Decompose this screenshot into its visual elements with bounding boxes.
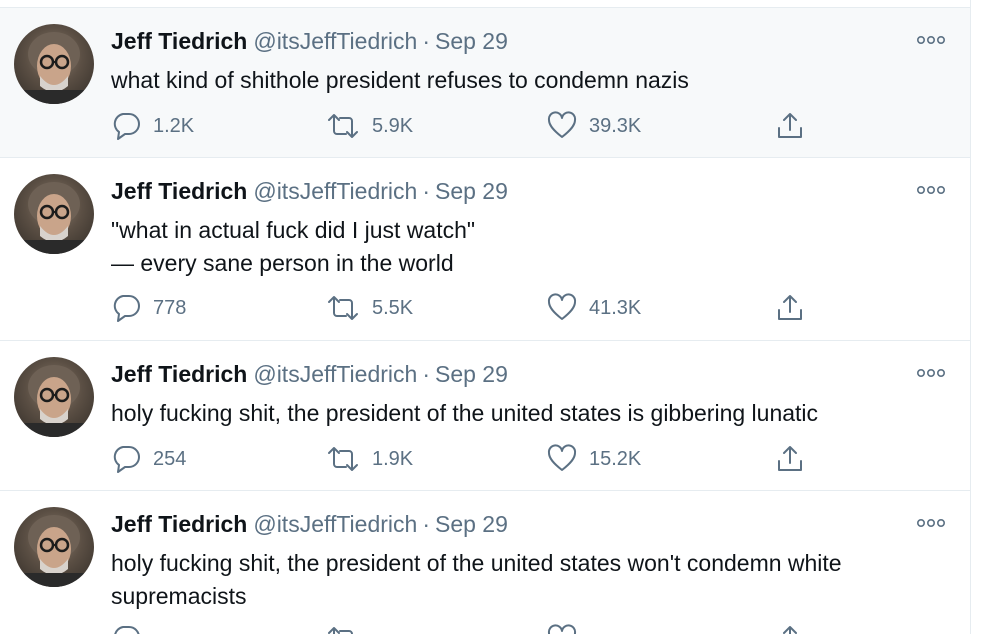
more-options-button[interactable] bbox=[916, 365, 946, 381]
author-handle[interactable]: @itsJeffTiedrich bbox=[253, 178, 417, 204]
more-options-button[interactable] bbox=[916, 515, 946, 531]
avatar[interactable] bbox=[14, 24, 94, 104]
tweet-text-line: holy fucking shit, the president of the … bbox=[111, 400, 819, 426]
header-separator: · bbox=[422, 511, 430, 537]
avatar-portrait-icon bbox=[24, 182, 84, 254]
reply-bubble-icon bbox=[113, 295, 140, 322]
heart-icon bbox=[547, 293, 577, 320]
avatar-portrait-icon bbox=[24, 32, 84, 104]
heart-icon bbox=[547, 444, 577, 471]
avatar[interactable] bbox=[14, 507, 94, 587]
like-count: 41.3K bbox=[589, 296, 642, 319]
more-options-icon bbox=[916, 186, 945, 195]
reply-bubble-icon bbox=[114, 626, 140, 634]
tweet-text-line: "what in actual fuck did I just watch" bbox=[111, 217, 476, 243]
more-options-button[interactable] bbox=[916, 32, 946, 48]
retweet-arrows-icon bbox=[328, 627, 353, 634]
retweet-button[interactable]: 5.5K bbox=[326, 291, 413, 325]
author-name[interactable]: Jeff Tiedrich bbox=[111, 178, 247, 204]
share-button[interactable] bbox=[775, 291, 805, 325]
tweet-header: Jeff Tiedrich @itsJeffTiedrich · Sep 29 bbox=[111, 176, 508, 206]
author-handle[interactable]: @itsJeffTiedrich bbox=[253, 511, 417, 537]
share-button[interactable] bbox=[775, 109, 805, 143]
tweet-text: what kind of shithole president refuses … bbox=[111, 64, 931, 97]
author-name[interactable]: Jeff Tiedrich bbox=[111, 511, 247, 537]
header-separator: · bbox=[422, 28, 430, 54]
retweet-arrows-icon bbox=[328, 296, 358, 320]
header-separator: · bbox=[422, 178, 430, 204]
heart-icon bbox=[547, 111, 577, 138]
author-name[interactable]: Jeff Tiedrich bbox=[111, 361, 247, 387]
like-button[interactable]: 39.3K bbox=[547, 109, 641, 143]
tweet-date[interactable]: Sep 29 bbox=[435, 511, 508, 537]
retweet-button[interactable]: 5.9K bbox=[326, 109, 413, 143]
share-upload-icon bbox=[778, 295, 802, 320]
reply-count: 254 bbox=[153, 447, 187, 470]
author-handle[interactable]: @itsJeffTiedrich bbox=[253, 361, 417, 387]
share-upload-icon bbox=[778, 113, 802, 138]
tweet-text-line: holy fucking shit, the president of the … bbox=[111, 550, 842, 576]
retweet-arrows-icon bbox=[328, 447, 358, 471]
tweet[interactable]: Jeff Tiedrich @itsJeffTiedrich · Sep 29 "wh… bbox=[0, 158, 970, 341]
more-options-icon bbox=[916, 36, 945, 45]
tweet[interactable]: Jeff Tiedrich @itsJeffTiedrich · Sep 29 hol… bbox=[0, 491, 970, 634]
tweet-text: holy fucking shit, the president of the … bbox=[111, 547, 931, 613]
heart-icon bbox=[547, 624, 577, 634]
reply-count: 1.2K bbox=[153, 114, 195, 137]
avatar[interactable] bbox=[14, 174, 94, 254]
like-count: 15.2K bbox=[589, 447, 642, 470]
retweet-count: 1.9K bbox=[372, 447, 414, 470]
retweet-count: 5.5K bbox=[372, 296, 414, 319]
like-count: 39.3K bbox=[589, 114, 642, 137]
author-handle[interactable]: @itsJeffTiedrich bbox=[253, 28, 417, 54]
tweet-date[interactable]: Sep 29 bbox=[435, 178, 508, 204]
share-button[interactable] bbox=[775, 622, 805, 634]
retweet-button[interactable] bbox=[326, 622, 372, 634]
more-options-icon bbox=[916, 519, 945, 528]
tweet-header: Jeff Tiedrich @itsJeffTiedrich · Sep 29 bbox=[111, 359, 508, 389]
tweet[interactable]: Jeff Tiedrich @itsJeffTiedrich · Sep 29 hol… bbox=[0, 341, 970, 491]
tweet-header: Jeff Tiedrich @itsJeffTiedrich · Sep 29 bbox=[111, 509, 508, 539]
tweet-header: Jeff Tiedrich @itsJeffTiedrich · Sep 29 bbox=[111, 26, 508, 56]
tweet-text-line: what kind of shithole president refuses … bbox=[111, 67, 689, 93]
reply-bubble-icon bbox=[113, 113, 140, 140]
tweet-actions: 778 5.5K 41.3K bbox=[111, 291, 831, 325]
tweet-actions: 254 1.9K 15.2K bbox=[111, 442, 831, 476]
retweet-count: 5.9K bbox=[372, 114, 414, 137]
tweet-feed: Jeff Tiedrich @itsJeffTiedrich · Sep 29 wha… bbox=[0, 0, 971, 634]
avatar[interactable] bbox=[14, 357, 94, 437]
share-button[interactable] bbox=[775, 442, 805, 476]
header-separator: · bbox=[422, 361, 430, 387]
like-button[interactable]: 15.2K bbox=[547, 442, 641, 476]
share-upload-icon bbox=[783, 626, 797, 634]
reply-button[interactable]: 254 bbox=[111, 442, 186, 476]
reply-button[interactable] bbox=[111, 622, 153, 634]
top-divider bbox=[0, 0, 970, 8]
share-upload-icon bbox=[778, 446, 802, 471]
tweet-actions bbox=[111, 622, 831, 634]
tweet-text-line: — every sane person in the world bbox=[111, 250, 454, 276]
retweet-button[interactable]: 1.9K bbox=[326, 442, 413, 476]
reply-button[interactable]: 778 bbox=[111, 291, 186, 325]
tweet-text: "what in actual fuck did I just watch" —… bbox=[111, 214, 931, 280]
like-button[interactable]: 41.3K bbox=[547, 291, 641, 325]
tweet[interactable]: Jeff Tiedrich @itsJeffTiedrich · Sep 29 wha… bbox=[0, 8, 970, 158]
reply-count: 778 bbox=[153, 296, 187, 319]
tweet-date[interactable]: Sep 29 bbox=[435, 361, 508, 387]
tweet-date[interactable]: Sep 29 bbox=[435, 28, 508, 54]
more-options-button[interactable] bbox=[916, 182, 946, 198]
avatar-portrait-icon bbox=[24, 365, 84, 437]
like-button[interactable] bbox=[547, 622, 589, 634]
retweet-arrows-icon bbox=[328, 114, 358, 138]
reply-bubble-icon bbox=[113, 446, 140, 473]
more-options-icon bbox=[916, 369, 945, 378]
reply-button[interactable]: 1.2K bbox=[111, 109, 194, 143]
author-name[interactable]: Jeff Tiedrich bbox=[111, 28, 247, 54]
tweet-actions: 1.2K 5.9K 39.3K bbox=[111, 109, 831, 143]
tweet-text-line: supremacists bbox=[111, 583, 247, 609]
avatar-portrait-icon bbox=[24, 515, 84, 587]
tweet-text: holy fucking shit, the president of the … bbox=[111, 397, 931, 430]
